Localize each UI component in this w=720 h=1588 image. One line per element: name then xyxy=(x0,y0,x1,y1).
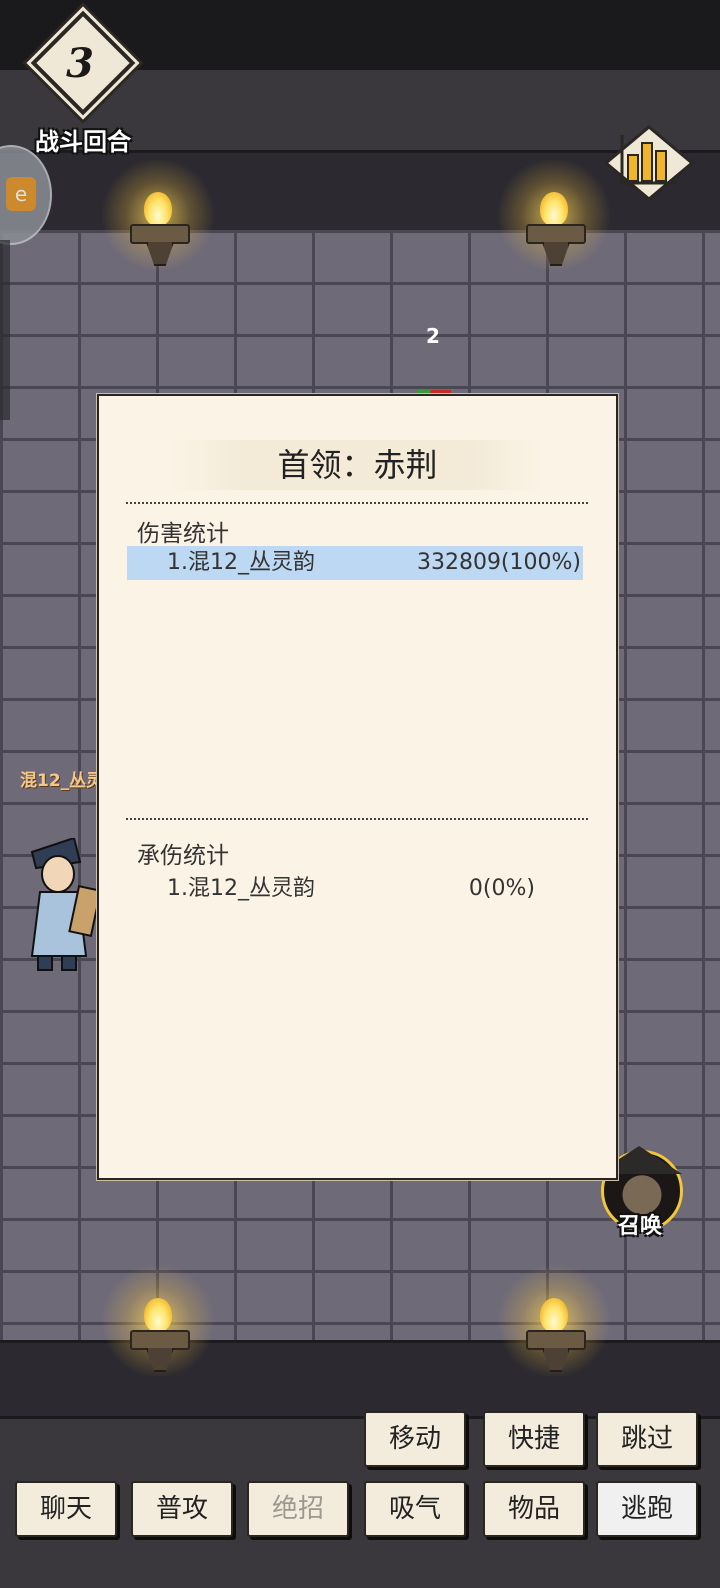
taken-section-title: 承伤统计 xyxy=(137,843,229,869)
taken-row-name: 1.混12_丛灵韵 xyxy=(167,876,315,901)
damage-row-name: 1.混12_丛灵韵 xyxy=(167,550,315,575)
move-button[interactable]: 移动 xyxy=(364,1411,466,1467)
player-character[interactable] xyxy=(22,838,100,974)
enemy-count: 2 xyxy=(426,324,440,348)
round-badge: 3 xyxy=(22,10,138,116)
skip-button[interactable]: 跳过 xyxy=(596,1411,698,1467)
game-center-icon: e xyxy=(6,177,36,211)
divider xyxy=(126,818,588,820)
boss-stats-dialog: 首领：赤荆 伤害统计 1.混12_丛灵韵 332809(100%) 承伤统计 1… xyxy=(97,394,618,1180)
torch-icon xyxy=(98,160,218,270)
divider xyxy=(126,502,588,504)
torch-icon xyxy=(494,1266,614,1376)
ultimate-button[interactable]: 绝招 xyxy=(247,1481,349,1537)
round-label: 战斗回合 xyxy=(35,128,131,156)
attack-button[interactable]: 普攻 xyxy=(131,1481,233,1537)
summon-label[interactable]: 召唤 xyxy=(600,1208,680,1240)
round-number: 3 xyxy=(66,40,94,87)
stats-button[interactable] xyxy=(603,125,695,201)
dialog-title: 首领：赤荆 xyxy=(169,440,546,490)
quick-button[interactable]: 快捷 xyxy=(483,1411,585,1467)
items-button[interactable]: 物品 xyxy=(483,1481,585,1537)
damage-section-title: 伤害统计 xyxy=(137,521,229,547)
torch-icon xyxy=(98,1266,218,1376)
damage-row: 1.混12_丛灵韵 332809(100%) xyxy=(127,546,583,580)
taken-row: 1.混12_丛灵韵 0(0%) xyxy=(127,872,583,906)
breathe-button[interactable]: 吸气 xyxy=(364,1481,466,1537)
player-name: 混12_丛灵 xyxy=(20,771,104,791)
torch-icon xyxy=(494,160,614,270)
side-strip xyxy=(0,240,10,420)
bar-chart-icon xyxy=(603,125,695,201)
damage-row-value: 332809(100%) xyxy=(416,550,581,575)
taken-row-value: 0(0%) xyxy=(468,876,535,901)
flee-button[interactable]: 逃跑 xyxy=(596,1481,698,1537)
chat-button[interactable]: 聊天 xyxy=(15,1481,117,1537)
